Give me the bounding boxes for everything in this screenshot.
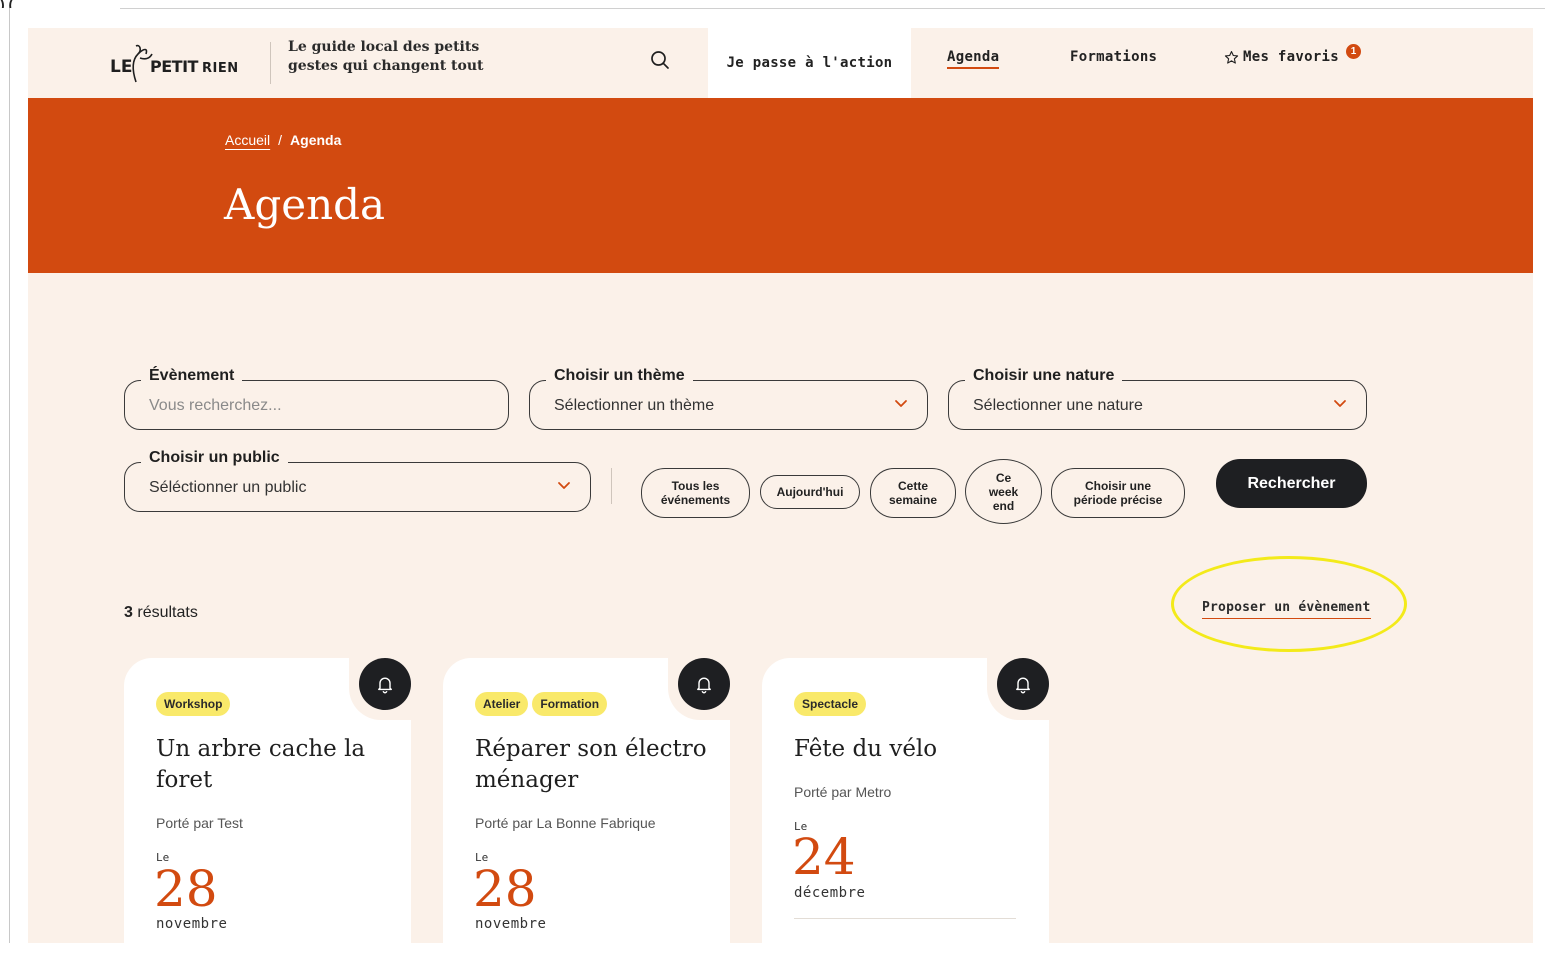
filter-divider (611, 468, 612, 504)
event-card[interactable]: Spectacle Fête du vélo Porté par Metro L… (762, 656, 1051, 943)
bell-icon (697, 677, 711, 694)
nav-action-label: Je passe à l'action (726, 55, 893, 71)
breadcrumb-home-link[interactable]: Accueil (225, 132, 270, 148)
chevron-down-icon (558, 482, 570, 489)
card-organizer: Porté par Metro (794, 784, 892, 800)
theme-select-value: Sélectionner un thème (554, 397, 715, 414)
page-title: Agenda (224, 180, 386, 229)
results-count: 3 résultats (124, 604, 198, 622)
search-icon (651, 51, 669, 69)
theme-select[interactable]: Choisir un thème Sélectionner un thème (529, 367, 928, 430)
period-week-button[interactable]: Cette semaine (870, 468, 956, 518)
theme-select-label: Choisir un thème (546, 367, 693, 385)
logo-divider (270, 42, 271, 84)
card-date-day: 24 (792, 828, 856, 886)
card-title[interactable]: Réparer son électro ménager (475, 734, 715, 796)
svg-text:LE: LE (110, 57, 132, 77)
card-tag: Spectacle (794, 692, 867, 716)
site-header: LE PETIT RIEN Le guide local des petits … (28, 28, 1533, 98)
chevron-down-icon (895, 400, 907, 407)
card-title[interactable]: Un arbre cache la foret (156, 734, 396, 796)
event-search-field[interactable]: Évènement Vous recherchez... (124, 367, 509, 430)
nav-favorites[interactable]: Mes favoris (1224, 49, 1339, 65)
star-icon (1224, 50, 1239, 64)
nav-formations[interactable]: Formations (1070, 49, 1157, 65)
svg-text:PETIT: PETIT (150, 57, 199, 76)
card-date-day: 28 (473, 860, 537, 918)
chevron-down-icon (1334, 400, 1346, 407)
breadcrumb-separator: / (278, 132, 283, 148)
card-date-day: 28 (154, 860, 218, 918)
public-select[interactable]: Choisir un public Séléctionner un public (124, 449, 591, 512)
notify-button[interactable] (997, 658, 1049, 710)
card-tag: Formation (532, 692, 608, 716)
svg-text:RIEN: RIEN (202, 61, 239, 76)
results-label: résultats (137, 604, 198, 621)
card-tags: Atelier Formation (475, 692, 608, 716)
card-separator (794, 918, 1016, 919)
search-button[interactable] (646, 46, 674, 74)
nature-select[interactable]: Choisir une nature Sélectionner une natu… (948, 367, 1367, 430)
card-organizer: Porté par La Bonne Fabrique (475, 815, 656, 831)
period-weekend-button[interactable]: Ce week end (965, 459, 1042, 524)
event-search-label: Évènement (141, 367, 243, 385)
public-select-value: Séléctionner un public (149, 479, 307, 496)
search-submit-button[interactable]: Rechercher (1216, 459, 1367, 508)
notify-button[interactable] (359, 658, 411, 710)
card-organizer: Porté par Test (156, 815, 243, 831)
card-tags: Spectacle (794, 692, 867, 716)
period-all-button[interactable]: Tous les événements (641, 468, 750, 518)
propose-event-link[interactable]: Proposer un évènement (1202, 600, 1371, 619)
card-title[interactable]: Fête du vélo (794, 734, 1034, 765)
site-tagline: Le guide local des petits gestes qui cha… (288, 39, 484, 74)
period-custom-button[interactable]: Choisir une période précise (1051, 468, 1185, 518)
event-card[interactable]: Workshop Un arbre cache la foret Porté p… (124, 656, 413, 943)
period-today-button[interactable]: Aujourd'hui (760, 475, 860, 509)
nature-select-label: Choisir une nature (965, 367, 1123, 385)
nature-select-value: Sélectionner une nature (973, 397, 1143, 414)
event-card[interactable]: Atelier Formation Réparer son électro mé… (443, 656, 732, 943)
card-date-month: novembre (156, 916, 228, 932)
nav-favorites-label: Mes favoris (1243, 49, 1340, 65)
bell-icon (1016, 677, 1030, 694)
nav-action[interactable]: Je passe à l'action (708, 28, 911, 98)
event-search-input[interactable]: Vous recherchez... (149, 397, 282, 415)
bell-icon (378, 677, 392, 694)
breadcrumb-current: Agenda (290, 132, 342, 148)
favorites-count-badge: 1 (1346, 44, 1361, 59)
nav-agenda[interactable]: Agenda (947, 49, 1000, 69)
card-date-month: décembre (794, 885, 866, 901)
card-tag: Atelier (475, 692, 529, 716)
breadcrumb: Accueil / Agenda (225, 132, 341, 148)
results-number: 3 (124, 604, 133, 621)
notify-button[interactable] (678, 658, 730, 710)
window-edge (9, 8, 10, 943)
card-tags: Workshop (156, 692, 231, 716)
top-cropped-fragment: ) ( (0, 0, 14, 8)
site-logo[interactable]: LE PETIT RIEN (110, 42, 260, 84)
card-tag: Workshop (156, 692, 231, 716)
page-viewport: LE PETIT RIEN Le guide local des petits … (28, 28, 1533, 943)
logo-graphic: LE PETIT RIEN (110, 44, 239, 83)
card-date-month: novembre (475, 916, 547, 932)
page-hero: Accueil / Agenda Agenda (28, 98, 1533, 273)
public-select-label: Choisir un public (141, 449, 288, 467)
window-edge-top (120, 8, 1545, 9)
